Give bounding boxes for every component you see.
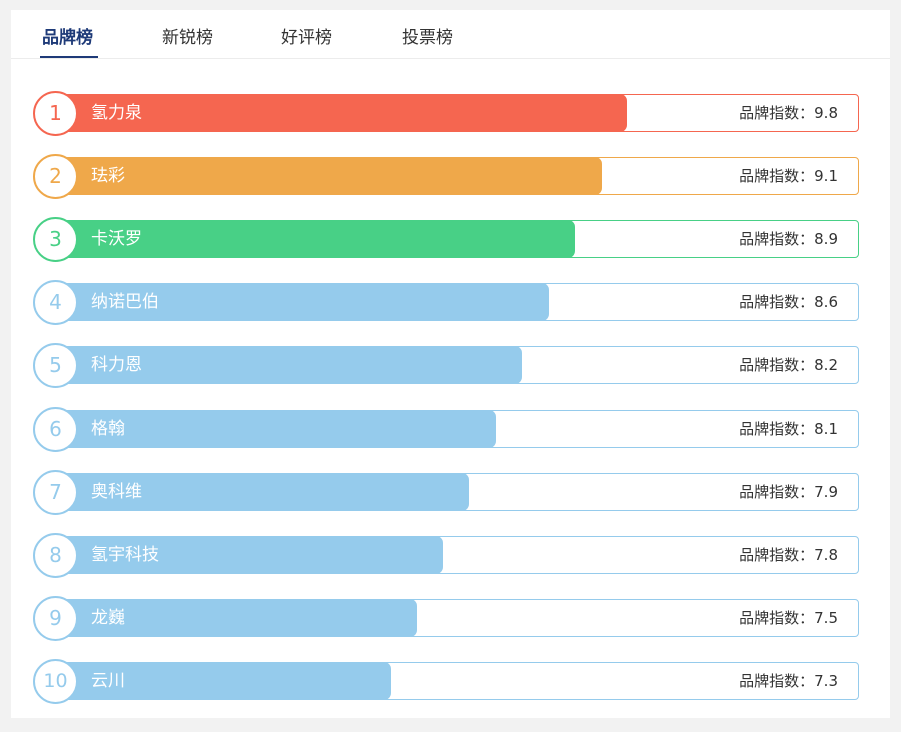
brand-index-score: 品牌指数：9.1 [739, 157, 838, 195]
brand-index-value: 8.6 [814, 293, 838, 311]
brand-name: 奥科维 [91, 482, 142, 502]
brand-index-label: 品牌指数： [739, 293, 815, 311]
brand-index-label: 品牌指数： [739, 672, 815, 690]
rank-number-badge: 6 [33, 407, 78, 452]
ranking-row[interactable]: 6 格翰 品牌指数：8.1 [33, 407, 859, 452]
brand-name: 云川 [91, 671, 125, 691]
brand-index-score: 品牌指数：8.2 [739, 346, 838, 384]
brand-index-value: 8.1 [814, 420, 838, 438]
brand-index-score: 品牌指数：8.6 [739, 283, 838, 321]
brand-index-value: 7.5 [814, 609, 838, 627]
brand-name: 科力恩 [91, 355, 142, 375]
rank-number-badge: 2 [33, 154, 78, 199]
ranking-row[interactable]: 5 科力恩 品牌指数：8.2 [33, 343, 859, 388]
brand-index-score: 品牌指数：7.3 [739, 662, 838, 700]
brand-index-value: 7.9 [814, 483, 838, 501]
brand-name: 珐彩 [91, 166, 125, 186]
rank-number-badge: 4 [33, 280, 78, 325]
rank-number-badge: 9 [33, 596, 78, 641]
brand-index-score: 品牌指数：9.8 [739, 94, 838, 132]
brand-index-label: 品牌指数： [739, 420, 815, 438]
brand-index-score: 品牌指数：7.9 [739, 473, 838, 511]
ranking-row[interactable]: 7 奥科维 品牌指数：7.9 [33, 470, 859, 515]
brand-index-label: 品牌指数： [739, 483, 815, 501]
ranking-panel: 品牌榜 新锐榜 好评榜 投票榜 1 氢力泉 品牌指数：9.8 2 珐彩 品牌指数：9.1 3… [11, 10, 890, 718]
ranking-row[interactable]: 10 云川 品牌指数：7.3 [33, 659, 859, 704]
brand-name: 纳诺巴伯 [91, 292, 159, 312]
brand-index-value: 8.2 [814, 356, 838, 374]
ranking-row[interactable]: 1 氢力泉 品牌指数：9.8 [33, 91, 859, 136]
ranking-bar-fill [57, 94, 627, 132]
brand-name: 氢力泉 [91, 103, 142, 123]
ranking-row[interactable]: 2 珐彩 品牌指数：9.1 [33, 154, 859, 199]
brand-index-label: 品牌指数： [739, 356, 815, 374]
brand-index-score: 品牌指数：7.5 [739, 599, 838, 637]
brand-index-label: 品牌指数： [739, 104, 815, 122]
rank-number-badge: 5 [33, 343, 78, 388]
brand-index-label: 品牌指数： [739, 609, 815, 627]
brand-index-score: 品牌指数：7.8 [739, 536, 838, 574]
ranking-row[interactable]: 8 氢宇科技 品牌指数：7.8 [33, 533, 859, 578]
brand-index-value: 8.9 [814, 230, 838, 248]
rank-number-badge: 8 [33, 533, 78, 578]
ranking-row[interactable]: 4 纳诺巴伯 品牌指数：8.6 [33, 280, 859, 325]
brand-index-score: 品牌指数：8.1 [739, 410, 838, 448]
brand-name: 氢宇科技 [91, 545, 159, 565]
brand-index-score: 品牌指数：8.9 [739, 220, 838, 258]
ranking-row[interactable]: 3 卡沃罗 品牌指数：8.9 [33, 217, 859, 262]
brand-index-label: 品牌指数： [739, 230, 815, 248]
rank-number-badge: 3 [33, 217, 78, 262]
rank-number-badge: 7 [33, 470, 78, 515]
brand-name: 卡沃罗 [91, 229, 142, 249]
brand-index-value: 7.8 [814, 546, 838, 564]
brand-index-label: 品牌指数： [739, 546, 815, 564]
brand-name: 龙巍 [91, 608, 125, 628]
ranking-row[interactable]: 9 龙巍 品牌指数：7.5 [33, 596, 859, 641]
brand-index-value: 9.1 [814, 167, 838, 185]
rank-number-badge: 1 [33, 91, 78, 136]
brand-index-label: 品牌指数： [739, 167, 815, 185]
brand-index-value: 9.8 [814, 104, 838, 122]
brand-name: 格翰 [91, 419, 125, 439]
ranking-bar-fill [57, 157, 602, 195]
rank-number-badge: 10 [33, 659, 78, 704]
brand-index-value: 7.3 [814, 672, 838, 690]
ranking-list: 1 氢力泉 品牌指数：9.8 2 珐彩 品牌指数：9.1 3 卡沃罗 品牌指数：8.9 4 纳诺巴伯… [11, 10, 890, 718]
